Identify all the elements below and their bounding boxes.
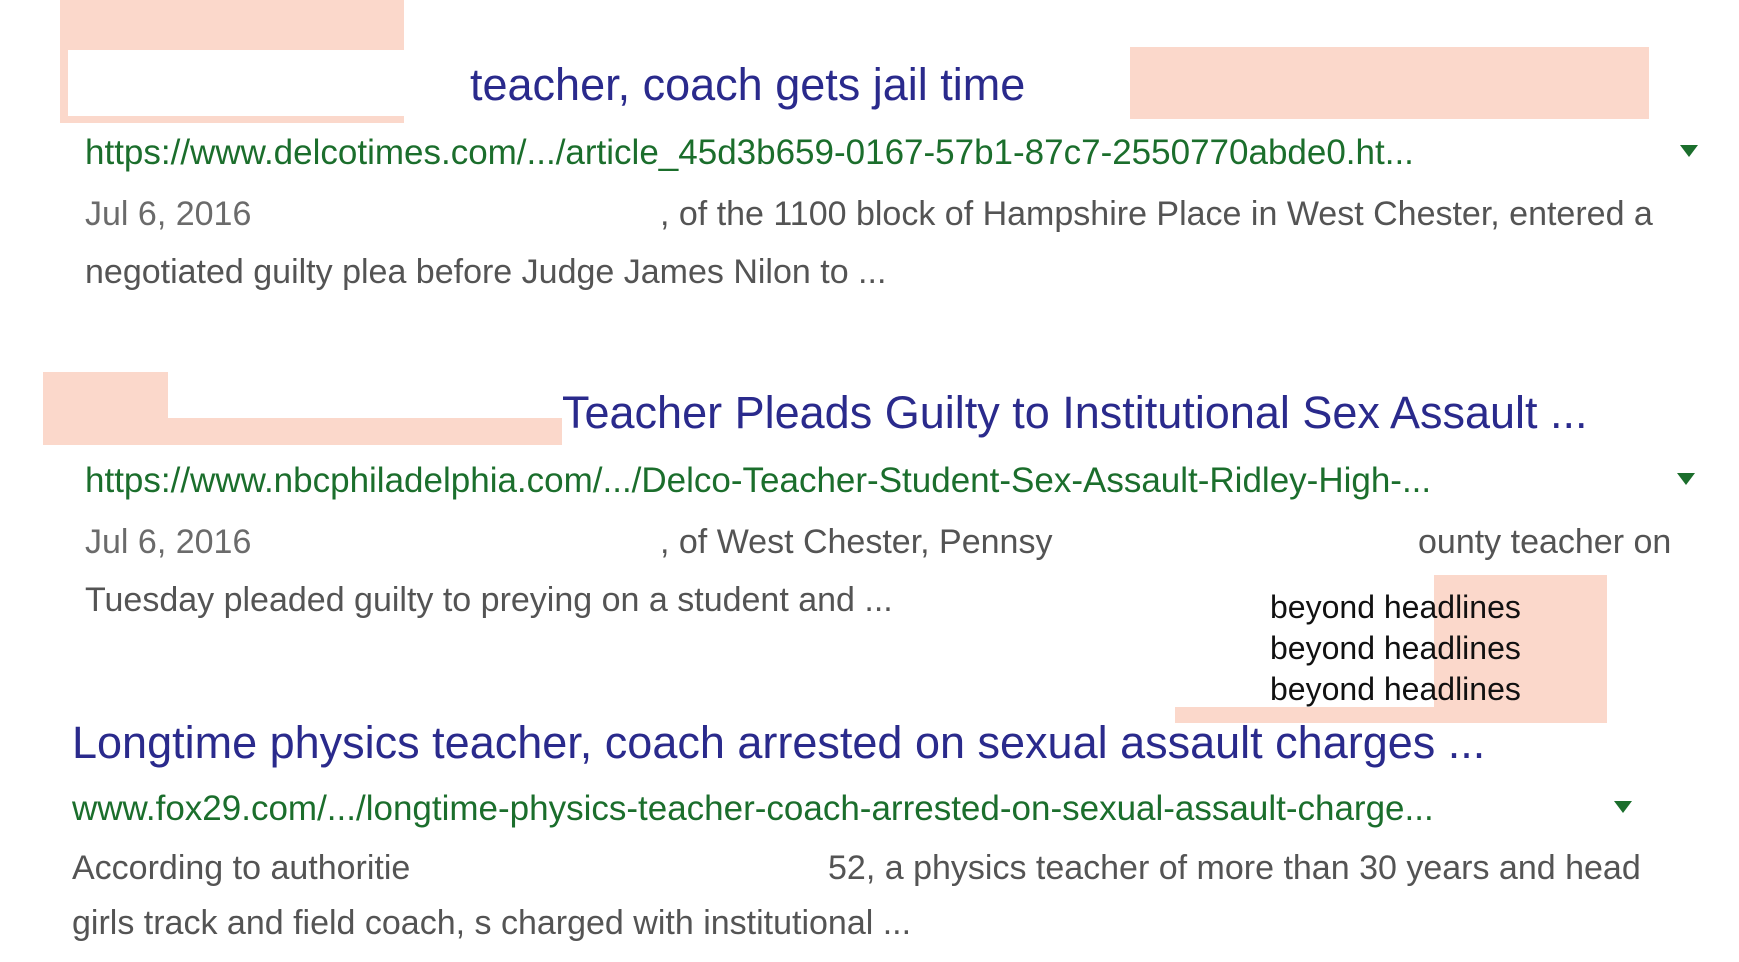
watermark-line: beyond headlines <box>1270 671 1521 707</box>
result-url[interactable]: https://www.delcotimes.com/.../article_4… <box>85 135 1414 170</box>
result-url[interactable]: https://www.nbcphiladelphia.com/.../Delc… <box>85 463 1431 498</box>
result-date: Jul 6, 2016 <box>85 523 252 561</box>
redaction-block <box>168 372 562 418</box>
result-options-arrow-icon[interactable] <box>1614 801 1632 813</box>
result-snippet: , of West Chester, Pennsy <box>660 523 1053 561</box>
redaction-block <box>1130 47 1649 119</box>
result-options-arrow-icon[interactable] <box>1680 145 1698 157</box>
watermark-line: beyond headlines <box>1270 630 1521 666</box>
result-title-link[interactable]: Longtime physics teacher, coach arrested… <box>72 720 1485 765</box>
result-snippet: negotiated guilty plea before Judge Jame… <box>85 253 887 291</box>
result-date: Jul 6, 2016 <box>85 195 252 233</box>
result-snippet: 52, a physics teacher of more than 30 ye… <box>828 849 1641 887</box>
result-options-arrow-icon[interactable] <box>1677 473 1695 485</box>
result-snippet: Tuesday pleaded guilty to preying on a s… <box>85 581 893 619</box>
result-url[interactable]: www.fox29.com/.../longtime-physics-teach… <box>72 791 1434 826</box>
result-title-link[interactable]: teacher, coach gets jail time <box>470 62 1025 107</box>
result-title-link[interactable]: Teacher Pleads Guilty to Institutional S… <box>562 390 1588 435</box>
result-snippet: girls track and field coach, s charged w… <box>72 904 912 942</box>
watermark-text: beyond headlines beyond headlines beyond… <box>1270 587 1521 710</box>
watermark-line: beyond headlines <box>1270 589 1521 625</box>
result-snippet: , of the 1100 block of Hampshire Place i… <box>660 195 1653 233</box>
result-snippet: According to authoritie <box>72 849 411 887</box>
result-snippet: ounty teacher on <box>1418 523 1672 561</box>
redaction-block <box>68 50 404 116</box>
